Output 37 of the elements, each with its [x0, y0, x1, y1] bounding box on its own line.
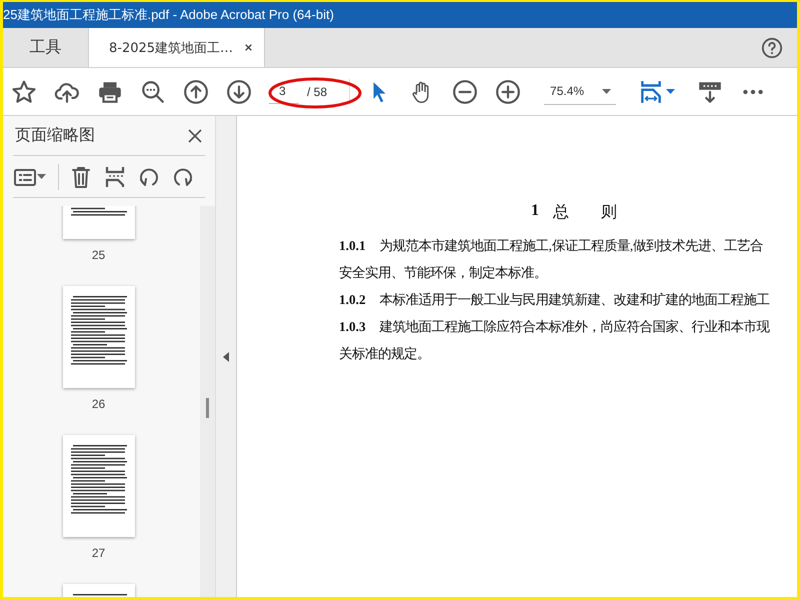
clause-text: 建筑地面工程施工除应符合本标准外，尚应符合国家、行业和本市现 — [380, 318, 770, 336]
arrow-down-icon[interactable] — [226, 78, 252, 104]
clause-text: 安全实用、节能环保，制定本标准。 — [339, 264, 547, 282]
page-number-label: 25 — [92, 248, 106, 262]
clause-number: 1.0.1 — [339, 237, 366, 255]
trash-icon[interactable] — [69, 164, 93, 188]
arrow-up-icon[interactable] — [183, 78, 209, 104]
collapse-arrow-icon[interactable] — [223, 352, 229, 362]
zoom-out-icon[interactable] — [452, 78, 478, 104]
page-extract-icon[interactable] — [103, 164, 127, 188]
heading-title: 总 则 — [553, 203, 617, 223]
clause-text: 为规范本市建筑地面工程施工,保证工程质量,做到技术先进、工艺合 — [380, 237, 764, 255]
clause-text: 关标准的规定。 — [339, 345, 430, 363]
page-thumbnail[interactable] — [62, 286, 134, 388]
page-total: / 58 — [307, 84, 328, 98]
panel-title: 页面缩略图 — [15, 125, 95, 146]
window-title: 25建筑地面工程施工标准.pdf - Adobe Acrobat Pro (64-bit) — [3, 2, 797, 28]
clause-number: 1.0.3 — [339, 318, 366, 336]
close-icon[interactable] — [243, 42, 254, 53]
dropdown-caret-icon[interactable] — [602, 88, 612, 94]
close-icon[interactable] — [187, 128, 203, 144]
caret-icon — [666, 89, 676, 94]
tab[interactable]: 8-2025建筑地面工… — [89, 28, 266, 67]
zoom-in-icon[interactable] — [495, 78, 522, 104]
zoom-field[interactable]: 75.4% — [544, 78, 602, 104]
page-number-label: 27 — [92, 546, 106, 560]
clause-text: 本标准适用于一般工业与民用建筑新建、改建和扩建的地面工程施工 — [380, 291, 770, 309]
caret-icon — [37, 174, 46, 179]
help-icon[interactable] — [761, 36, 783, 58]
page-number-label: 26 — [92, 397, 106, 411]
zoom-search-icon[interactable] — [140, 78, 166, 104]
scrollbar[interactable] — [200, 206, 215, 597]
heading-number: 1 — [531, 202, 539, 221]
page-thumbnail[interactable] — [62, 435, 134, 537]
clause-number: 1.0.2 — [339, 291, 366, 309]
star-icon[interactable] — [11, 78, 37, 104]
fit-page-button[interactable] — [638, 78, 676, 104]
